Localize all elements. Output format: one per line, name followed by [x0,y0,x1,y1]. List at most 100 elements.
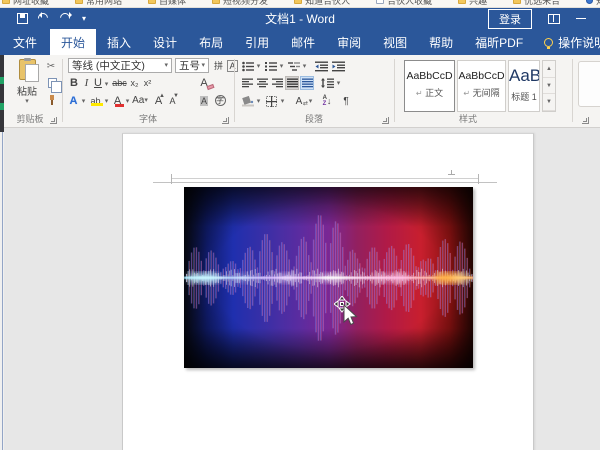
tab-file[interactable]: 文件 [0,29,50,55]
undo-button[interactable] [38,12,51,25]
font-dialog-launcher[interactable] [222,117,229,124]
bookmark-item[interactable]: 自媒体 [148,0,186,7]
minimize-button[interactable] [576,18,586,20]
clipboard-dialog-launcher[interactable] [50,117,57,124]
asian-layout-button[interactable]: A⇄ [291,94,307,108]
tab-help[interactable]: 帮助 [418,29,464,55]
selection-left-handle[interactable] [171,174,172,184]
tab-view[interactable]: 视图 [372,29,418,55]
tab-review[interactable]: 审阅 [326,29,372,55]
tell-me-search[interactable]: 操作说明搜索 [534,29,600,55]
borders-caret[interactable]: ▾ [279,97,286,106]
redo-button[interactable] [60,12,73,25]
font-name-combo[interactable]: 等线 (中文正文)▾ [68,58,172,73]
document-area[interactable] [0,128,600,450]
text-effects-caret[interactable]: ▾ [80,96,87,106]
font-color-button[interactable]: A [111,93,124,108]
justify-button[interactable] [285,76,299,90]
paste-button[interactable]: 粘贴 ▾ [10,59,44,119]
bookmark-item[interactable]: 常用网站 [75,0,122,7]
bookmark-item[interactable]: 网址收藏 [2,0,49,7]
font-color-caret[interactable]: ▾ [124,96,131,106]
waveform-image[interactable] [184,187,473,368]
paste-dropdown-caret[interactable]: ▾ [10,98,44,105]
asian-layout-caret[interactable]: ▾ [307,97,314,106]
save-button[interactable] [16,12,29,25]
underline-dropdown-caret[interactable]: ▾ [103,79,110,89]
folder-icon [376,0,384,4]
style-no-spacing[interactable]: AaBbCcD ↵ 无间隔 [457,60,506,112]
change-case-button[interactable]: Aa▾ [132,93,148,108]
ribbon-display-options-button[interactable] [548,14,560,24]
text-effects-button[interactable]: A [67,93,80,108]
bullets-caret[interactable]: ▾ [255,62,262,71]
bookmark-item[interactable]: 知道合伙人 [294,0,350,7]
italic-icon: I [85,77,89,89]
bookmark-item[interactable]: 合伙人收藏 [376,0,432,7]
numbering-button[interactable] [263,59,278,73]
document-page[interactable] [122,133,534,450]
enclose-characters-button[interactable]: 字 [213,93,227,108]
tab-home[interactable]: 开始 [50,29,96,55]
tab-references[interactable]: 引用 [234,29,280,55]
format-painter-button[interactable] [45,93,59,106]
cut-button[interactable]: ✂ [44,60,58,73]
tab-insert[interactable]: 插入 [96,29,142,55]
bookmark-item[interactable]: 知道合伙 [586,0,600,7]
font-name-value: 等线 (中文正文) [72,58,145,73]
copy-button[interactable] [45,76,59,90]
shading-button[interactable] [240,94,255,108]
distribute-button[interactable] [300,76,314,90]
paragraph-dialog-launcher[interactable] [382,117,389,124]
shading-caret[interactable]: ▾ [255,97,262,106]
italic-button[interactable]: I [81,76,92,90]
strikethrough-button[interactable]: abc [111,76,128,90]
tab-foxit-pdf[interactable]: 福昕PDF [464,29,534,55]
subscript-button[interactable]: x₂ [128,76,141,90]
sort-button[interactable]: AZ ↓ [319,94,335,108]
tab-design[interactable]: 设计 [142,29,188,55]
align-right-button[interactable] [270,76,284,90]
multilevel-list-button[interactable] [286,59,301,73]
style-preview: AaBbCcD [405,70,454,82]
show-hide-marks-button[interactable]: ¶ [339,94,353,108]
highlight-caret[interactable]: ▾ [103,96,110,106]
grow-font-button[interactable]: A▲ [152,93,165,108]
strikethrough-icon: abc [112,78,127,88]
sign-in-button[interactable]: 登录 [488,9,532,29]
bookmark-item[interactable]: 优选未合 [513,0,560,7]
shrink-font-button[interactable]: A▼ [166,93,179,108]
tab-mailings[interactable]: 邮件 [280,29,326,55]
clear-formatting-button[interactable]: A [196,76,212,90]
bookmark-item[interactable]: 短视频分发 [212,0,268,7]
line-spacing-caret[interactable]: ▾ [335,79,342,88]
bookmark-item[interactable]: 兴趣 [458,0,487,7]
styles-scroll-up-button[interactable]: ▲ [543,61,555,78]
align-center-button[interactable] [255,76,269,90]
decrease-indent-button[interactable] [314,59,329,73]
selection-right-handle[interactable] [478,174,479,184]
bullets-button[interactable] [240,59,255,73]
borders-button[interactable] [264,94,279,108]
style-heading1[interactable]: AaBI 标题 1 [508,60,540,112]
line-spacing-button[interactable] [320,76,335,90]
align-left-icon [242,78,253,88]
font-size-combo[interactable]: 五号▾ [175,58,209,73]
multilevel-caret[interactable]: ▾ [301,62,308,71]
bold-button[interactable]: B [68,76,80,90]
styles-more-button[interactable]: ▼ [543,94,555,111]
style-normal[interactable]: AaBbCcD ↵ 正文 [404,60,455,112]
distribute-icon [302,78,313,88]
styles-scroll-down-button[interactable]: ▼ [543,78,555,95]
customize-qat-button[interactable]: ▾ [82,15,86,23]
superscript-button[interactable]: x² [141,76,154,90]
align-left-button[interactable] [240,76,254,90]
decrease-indent-icon [315,61,328,72]
highlight-button[interactable]: ab [88,93,103,108]
styles-dialog-launcher[interactable] [582,117,589,124]
character-shading-button[interactable]: A [197,93,211,108]
phonetic-guide-button[interactable]: 拼 [212,59,225,72]
tab-layout[interactable]: 布局 [188,29,234,55]
increase-indent-button[interactable] [331,59,346,73]
numbering-caret[interactable]: ▾ [278,62,285,71]
